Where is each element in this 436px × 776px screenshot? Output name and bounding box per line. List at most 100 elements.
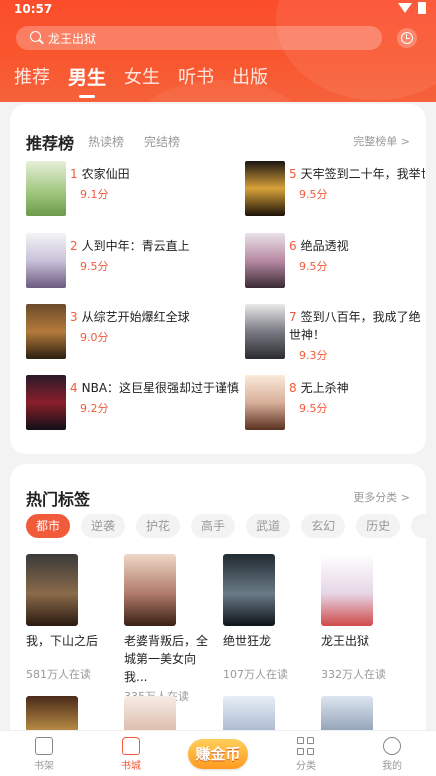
ranking-card: 推荐榜 热读榜 完结榜 完整榜单 > 1 农家仙田 9.1分 2 人到中年：青云直上…: [10, 104, 426, 454]
book-title: 我，下山之后: [26, 634, 99, 648]
book-item[interactable]: 绝世狂龙 107万人在读: [223, 554, 313, 682]
subtab-hot[interactable]: 热读榜: [88, 133, 124, 150]
book-cover: [124, 554, 176, 626]
book-title: 老婆背叛后，全城第一美女向我...: [124, 634, 209, 684]
rank-item[interactable]: 6 绝品透视 9.5分: [245, 233, 436, 291]
search-icon: [30, 31, 41, 42]
rank-score: 9.3分: [299, 349, 328, 362]
rank-title: 4 NBA：这巨星很强却过于谨慎: [70, 381, 240, 395]
rank-item[interactable]: 4 NBA：这巨星很强却过于谨慎 9.2分: [26, 375, 246, 433]
earn-coins-button[interactable]: 赚金币: [188, 739, 248, 769]
book-readers: 332万人在读: [321, 668, 386, 681]
chip-tag[interactable]: 历史: [356, 514, 401, 538]
hot-tags-title: 热门标签: [26, 490, 91, 509]
rank-score: 9.1分: [80, 188, 109, 201]
category-grid-icon: [297, 737, 315, 755]
book-cover: [223, 554, 275, 626]
rank-score: 9.2分: [80, 402, 109, 415]
tab-publish[interactable]: 出版: [232, 66, 268, 90]
chip-tag[interactable]: 护花: [136, 514, 181, 538]
rank-score: 9.5分: [299, 188, 328, 201]
tab-audiobook[interactable]: 听书: [178, 66, 214, 90]
bottom-navigation: 书架 书城 赚金币 分类 我的: [0, 730, 436, 776]
status-bar: 10:57: [0, 0, 436, 20]
nav-label: 我的: [382, 761, 402, 772]
battery-icon: [418, 2, 426, 14]
hot-tags-header: 热门标签 更多分类 >: [26, 486, 410, 509]
bookshelf-icon: [35, 737, 53, 755]
rank-title: 1 农家仙田: [70, 167, 130, 181]
rank-item[interactable]: 1 农家仙田 9.1分: [26, 161, 226, 219]
book-item[interactable]: 龙王出狱 332万人在读: [321, 554, 411, 682]
rank-title: 2 人到中年：青云直上: [70, 239, 190, 253]
rank-title: 6 绝品透视: [289, 239, 349, 253]
home-icon: [122, 737, 140, 755]
nav-bookshelf[interactable]: 书架: [14, 735, 74, 772]
rank-score: 9.5分: [80, 260, 109, 273]
tag-chips: 都市 逆袭 护花 高手 武道 玄幻 历史 系: [26, 514, 426, 538]
book-item[interactable]: 老婆背叛后，全城第一美女向我... 335万人在读: [124, 554, 214, 704]
rank-title: 8 无上杀神: [289, 381, 349, 395]
tab-female[interactable]: 女生: [124, 66, 160, 90]
rank-item[interactable]: 8 无上杀神 9.5分: [245, 375, 436, 433]
search-placeholder: 龙王出狱: [48, 32, 97, 46]
search-bar[interactable]: 龙王出狱: [16, 26, 382, 50]
nav-mine[interactable]: 我的: [362, 735, 422, 772]
nav-label: 书城: [121, 761, 141, 772]
chip-tag[interactable]: 玄幻: [301, 514, 346, 538]
rank-title: 7 签到八百年，我成了绝世神！: [289, 310, 421, 342]
channel-tabs: 推荐 男生 女生 听书 出版: [14, 66, 268, 98]
ranking-list: 1 农家仙田 9.1分 2 人到中年：青云直上 9.5分 3 从综艺开始爆红全球 9.…: [26, 161, 426, 451]
rank-score: 9.5分: [299, 402, 328, 415]
header: 10:57 龙王出狱 推荐 男生 女生 听书 出版: [0, 0, 436, 102]
book-item[interactable]: 我，下山之后 581万人在读: [26, 554, 116, 682]
rank-title: 5 天牢签到二十年，我举世: [289, 167, 425, 181]
full-ranking-link[interactable]: 完整榜单 >: [353, 133, 410, 149]
nav-label: 书架: [34, 761, 54, 772]
nav-bookstore[interactable]: 书城: [101, 735, 161, 772]
rank-item[interactable]: 3 从综艺开始爆红全球 9.0分: [26, 304, 226, 362]
book-cover: [321, 554, 373, 626]
rank-item[interactable]: 2 人到中年：青云直上 9.5分: [26, 233, 226, 291]
book-title: 绝世狂龙: [223, 634, 272, 648]
book-cover: [245, 161, 285, 216]
rank-score: 9.5分: [299, 260, 328, 273]
book-readers: 107万人在读: [223, 668, 288, 681]
hot-tags-card: 热门标签 更多分类 > 都市 逆袭 护花 高手 武道 玄幻 历史 系 我，下山之…: [10, 464, 426, 744]
tag-book-grid: 我，下山之后 581万人在读 老婆背叛后，全城第一美女向我... 335万人在读…: [26, 554, 426, 744]
ranking-header: 推荐榜 热读榜 完结榜 完整榜单 >: [26, 130, 410, 153]
book-cover: [26, 554, 78, 626]
tab-recommend[interactable]: 推荐: [14, 66, 50, 90]
rank-item[interactable]: 5 天牢签到二十年，我举世 9.5分: [245, 161, 436, 219]
subtab-finished[interactable]: 完结榜: [144, 133, 180, 150]
chip-tag[interactable]: 高手: [191, 514, 236, 538]
book-cover: [26, 375, 66, 430]
book-cover: [245, 304, 285, 359]
chip-tag[interactable]: 逆袭: [81, 514, 126, 538]
book-readers: 581万人在读: [26, 668, 91, 681]
more-categories-link[interactable]: 更多分类 >: [353, 489, 410, 505]
ranking-title[interactable]: 推荐榜: [26, 130, 74, 154]
chip-tag[interactable]: 武道: [246, 514, 291, 538]
nav-category[interactable]: 分类: [276, 735, 336, 772]
wifi-icon: [398, 3, 412, 13]
book-cover: [26, 304, 66, 359]
book-cover: [245, 375, 285, 430]
nav-label: 分类: [296, 761, 316, 772]
clock-icon: [401, 32, 413, 44]
chip-tag[interactable]: 都市: [26, 514, 71, 538]
profile-icon: [383, 737, 401, 755]
status-time: 10:57: [14, 2, 53, 16]
history-button[interactable]: [397, 28, 417, 48]
rank-item[interactable]: 7 签到八百年，我成了绝世神！ 9.3分: [245, 304, 436, 366]
book-cover: [26, 161, 66, 216]
ranking-subtabs: 热读榜 完结榜: [88, 133, 180, 150]
book-cover: [26, 233, 66, 288]
rank-title: 3 从综艺开始爆红全球: [70, 310, 190, 324]
tab-male[interactable]: 男生: [68, 66, 106, 98]
status-icons: [398, 2, 426, 14]
rank-score: 9.0分: [80, 331, 109, 344]
book-title: 龙王出狱: [321, 634, 370, 648]
book-cover: [245, 233, 285, 288]
chip-tag[interactable]: 系: [411, 514, 426, 538]
